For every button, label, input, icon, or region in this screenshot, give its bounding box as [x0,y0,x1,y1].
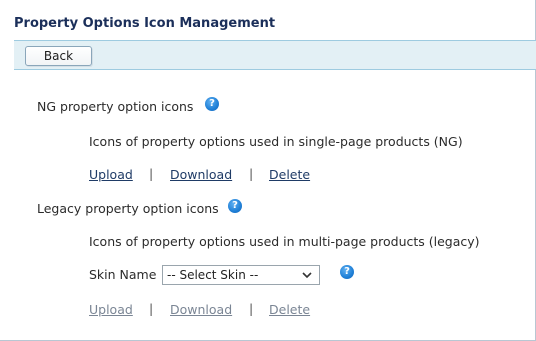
ng-upload-link[interactable]: Upload [89,167,133,182]
legacy-download-link[interactable]: Download [170,302,232,317]
ng-section-title: NG property option icons [37,99,194,114]
ng-section-description: Icons of property options used in single… [89,134,463,149]
ng-download-link[interactable]: Download [170,167,232,182]
help-icon[interactable]: ? [340,265,354,279]
help-icon[interactable]: ? [205,97,219,111]
skin-select-value: -- Select Skin -- [167,268,259,282]
page-title: Property Options Icon Management [14,16,276,31]
separator: | [149,301,154,316]
ng-delete-link[interactable]: Delete [269,167,310,182]
skin-select[interactable]: -- Select Skin -- [162,265,320,285]
chevron-down-icon [302,272,312,279]
back-button[interactable]: Back [25,46,92,66]
legacy-delete-link[interactable]: Delete [269,302,310,317]
skin-name-label: Skin Name [89,267,157,282]
separator: | [249,301,254,316]
legacy-section-description: Icons of property options used in multi-… [89,234,480,249]
separator: | [149,166,154,181]
legacy-section-title: Legacy property option icons [37,201,219,216]
main-content: NG property option icons ? Icons of prop… [14,70,536,340]
toolbar: Back [14,40,536,70]
legacy-upload-link[interactable]: Upload [89,302,133,317]
separator: | [249,166,254,181]
help-icon[interactable]: ? [228,199,242,213]
